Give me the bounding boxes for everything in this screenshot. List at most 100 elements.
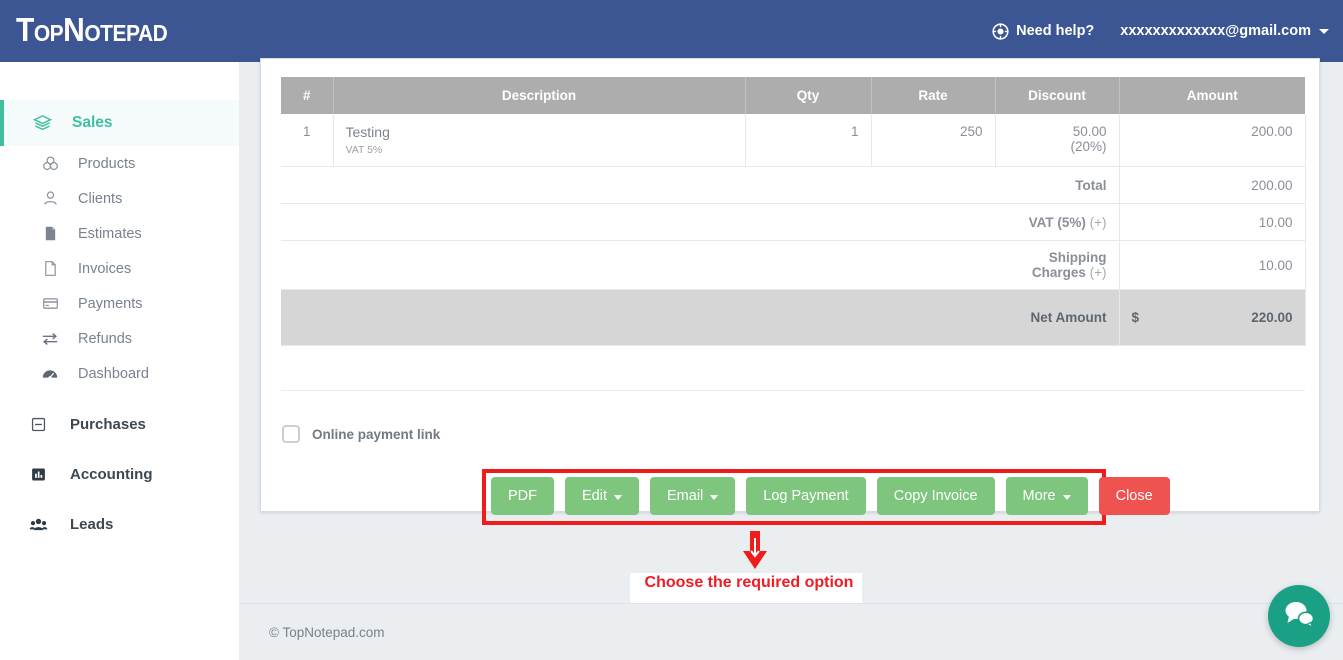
- sidebar-item-accounting-label: Accounting: [70, 465, 153, 483]
- item-name: Testing: [345, 124, 390, 140]
- chat-bubbles-icon: [1282, 599, 1316, 634]
- file-filled-icon: [36, 225, 64, 242]
- cell-description: Testing VAT 5%: [333, 114, 746, 167]
- sidebar-item-estimates[interactable]: Estimates: [0, 216, 239, 251]
- summary-row-net-amount: Net Amount $ 220.00: [281, 289, 1306, 346]
- pdf-button-label: PDF: [508, 488, 537, 504]
- sidebar-item-leads-label: Leads: [70, 515, 114, 533]
- net-amount-value: 220.00: [1171, 299, 1293, 336]
- life-ring-icon: [992, 22, 1009, 40]
- summary-row-vat: VAT (5%) (+) 10.00: [281, 203, 1306, 241]
- summary-vat-text: VAT (5%): [1028, 214, 1086, 230]
- sidebar-item-sales-label: Sales: [72, 114, 113, 131]
- caret-down-icon: [1319, 28, 1329, 34]
- summary-value-shipping: 10.00: [1119, 240, 1306, 290]
- sidebar-item-purchases-label: Purchases: [70, 415, 146, 433]
- sidebar-item-payments[interactable]: Payments: [0, 286, 239, 321]
- users-icon: [24, 515, 52, 534]
- table-header-row: # Description Qty Rate Discount Amount: [281, 77, 1305, 114]
- sidebar-item-leads[interactable]: Leads: [0, 499, 239, 549]
- pdf-button[interactable]: PDF: [491, 477, 554, 515]
- file-outline-icon: [36, 260, 64, 277]
- main-content: # Description Qty Rate Discount Amount 1…: [239, 58, 1343, 660]
- section-divider: [281, 390, 1305, 391]
- email-button-label: Email: [667, 488, 704, 504]
- sidebar-item-clients[interactable]: Clients: [0, 181, 239, 216]
- chevron-down-icon: [710, 494, 719, 500]
- summary-total-text: Total: [1075, 177, 1107, 193]
- more-button-label: More: [1022, 488, 1056, 504]
- edit-button[interactable]: Edit: [565, 477, 639, 515]
- summary-spacer: [281, 203, 995, 241]
- app-logo[interactable]: TopNotepad: [16, 12, 168, 50]
- column-header-rate: Rate: [871, 77, 996, 114]
- user-icon: [36, 190, 64, 207]
- edit-button-label: Edit: [582, 488, 607, 504]
- footer-copyright: © TopNotepad.com: [269, 624, 385, 640]
- sidebar-nav: Sales Products Clients Estimates Invoice…: [0, 62, 239, 660]
- summary-label-vat: VAT (5%) (+): [995, 203, 1120, 241]
- page-footer: © TopNotepad.com: [239, 603, 1343, 660]
- summary-spacer: [281, 240, 995, 290]
- bar-chart-icon: [24, 466, 52, 483]
- invoice-action-buttons: PDF Edit Email Log Payment Copy Invoice …: [491, 477, 1170, 515]
- currency-symbol: $: [1131, 299, 1172, 336]
- minus-square-icon: [24, 416, 52, 433]
- cell-discount: 50.00 (20%): [995, 114, 1120, 167]
- sidebar-item-refunds-label: Refunds: [78, 330, 133, 347]
- discount-percent: (20%): [1070, 139, 1107, 154]
- layers-icon: [28, 114, 56, 133]
- cell-qty: 1: [745, 114, 872, 167]
- sidebar-item-estimates-label: Estimates: [78, 225, 142, 242]
- summary-shipping-plus: (+): [1089, 265, 1107, 280]
- summary-label-net: Net Amount: [995, 289, 1120, 346]
- sidebar-item-products[interactable]: Products: [0, 146, 239, 181]
- sidebar-item-dashboard-label: Dashboard: [78, 365, 149, 382]
- summary-row-total: Total 200.00: [281, 166, 1306, 204]
- cubes-icon: [36, 155, 64, 172]
- annotation-text: Choose the required option: [644, 574, 854, 591]
- sidebar-item-sales[interactable]: Sales: [0, 100, 239, 146]
- summary-value-net: $ 220.00: [1119, 289, 1306, 346]
- sidebar-item-payments-label: Payments: [78, 295, 143, 312]
- chevron-down-icon: [1062, 494, 1071, 500]
- cell-amount: 200.00: [1119, 114, 1306, 167]
- online-payment-link-row[interactable]: Online payment link: [281, 425, 1299, 443]
- summary-value-total: 200.00: [1119, 166, 1306, 204]
- sidebar-item-invoices-label: Invoices: [78, 260, 132, 277]
- invoice-card: # Description Qty Rate Discount Amount 1…: [260, 58, 1320, 512]
- invoice-table-body: 1 Testing VAT 5% 1 250 50.00 (20%) 200.0…: [281, 114, 1306, 346]
- need-help-link[interactable]: Need help?: [992, 22, 1095, 40]
- table-row: 1 Testing VAT 5% 1 250 50.00 (20%) 200.0…: [281, 114, 1306, 167]
- sidebar-item-invoices[interactable]: Invoices: [0, 251, 239, 286]
- sidebar-item-clients-label: Clients: [78, 190, 123, 207]
- chevron-down-icon: [614, 494, 622, 500]
- more-button[interactable]: More: [1005, 477, 1088, 515]
- credit-card-icon: [36, 295, 64, 312]
- need-help-label: Need help?: [1016, 23, 1095, 39]
- invoice-table-header: # Description Qty Rate Discount Amount: [281, 77, 1305, 114]
- column-header-description: Description: [333, 77, 746, 114]
- cell-row-number: 1: [281, 114, 334, 167]
- email-button[interactable]: Email: [650, 477, 736, 515]
- log-payment-button[interactable]: Log Payment: [746, 477, 866, 515]
- summary-label-shipping: Shipping Charges (+): [995, 240, 1120, 290]
- summary-vat-plus: (+): [1089, 214, 1107, 230]
- summary-spacer: [281, 289, 995, 346]
- sidebar-item-dashboard[interactable]: Dashboard: [0, 356, 239, 391]
- close-button[interactable]: Close: [1098, 477, 1170, 515]
- sidebar-item-accounting[interactable]: Accounting: [0, 449, 239, 499]
- copy-invoice-button[interactable]: Copy Invoice: [876, 477, 995, 515]
- sidebar-item-refunds[interactable]: Refunds: [0, 321, 239, 356]
- chat-widget-button[interactable]: [1268, 585, 1330, 647]
- dashboard-gauge-icon: [36, 365, 64, 383]
- exchange-arrows-icon: [36, 330, 64, 348]
- online-payment-checkbox[interactable]: [282, 425, 300, 443]
- user-account-menu[interactable]: xxxxxxxxxxxxx@gmail.com: [1120, 23, 1329, 39]
- invoice-items-table: # Description Qty Rate Discount Amount 1…: [281, 77, 1306, 346]
- column-header-number: #: [281, 77, 334, 114]
- down-arrow-annotation: [742, 531, 768, 571]
- column-header-discount: Discount: [995, 77, 1120, 114]
- sidebar-item-purchases[interactable]: Purchases: [0, 399, 239, 449]
- summary-label-total: Total: [995, 166, 1120, 204]
